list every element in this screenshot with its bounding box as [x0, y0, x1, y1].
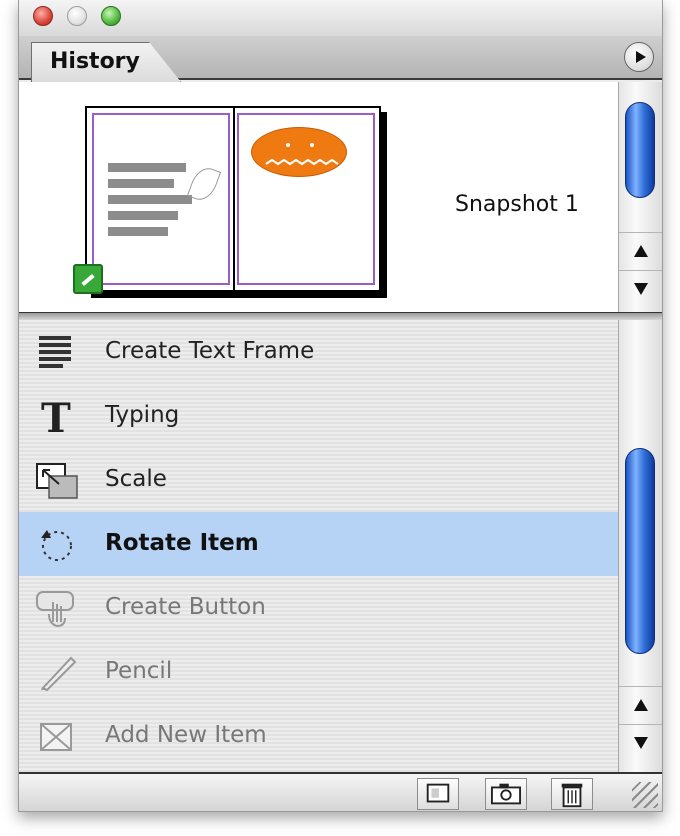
zoom-button[interactable]: [101, 6, 121, 26]
text-frame-icon: [39, 336, 71, 368]
history-item[interactable]: T Typing: [19, 384, 619, 448]
trash-icon: [561, 783, 583, 808]
panel-menu-button[interactable]: [624, 42, 654, 72]
delete-state-button[interactable]: [551, 778, 593, 810]
snapshot-scroll-up-button[interactable]: [619, 232, 662, 270]
button-tool-icon: [36, 591, 74, 628]
new-snapshot-button[interactable]: [485, 778, 527, 810]
camera-icon: [491, 783, 521, 805]
history-item[interactable]: Add New Item: [19, 704, 619, 768]
scale-icon: [36, 463, 78, 499]
minimize-button[interactable]: [67, 6, 87, 26]
tab-history-label: History: [50, 49, 140, 74]
tab-strip: History: [19, 36, 662, 82]
history-item[interactable]: Pencil: [19, 640, 619, 704]
type-tool-icon: T: [41, 396, 71, 436]
history-item-selected[interactable]: Rotate Item: [19, 512, 619, 576]
close-button[interactable]: [33, 6, 53, 26]
thumbnail-page-right: [237, 113, 375, 285]
arrow-down-icon: [634, 737, 648, 749]
arrow-up-icon: [634, 699, 648, 711]
pane-divider[interactable]: [19, 312, 662, 320]
history-scroll-down-button[interactable]: [619, 724, 662, 762]
add-item-icon: [40, 723, 72, 751]
orange-egg-graphic: [251, 127, 347, 177]
history-item-label: Create Text Frame: [105, 338, 315, 364]
thumbnail-page-left: [92, 113, 230, 285]
feather-graphic: [186, 163, 222, 205]
history-item-label: Typing: [105, 402, 180, 428]
snapshot-row[interactable]: Snapshot 1: [19, 82, 619, 312]
new-document-from-state-button[interactable]: [417, 778, 459, 810]
pencil-icon: [41, 656, 77, 692]
history-item-label: Rotate Item: [105, 530, 259, 556]
panel-toolbar: [19, 772, 662, 811]
snapshot-scrollbar[interactable]: [618, 82, 662, 312]
history-scrollbar[interactable]: [618, 320, 662, 772]
snapshot-scroll-down-button[interactable]: [619, 270, 662, 308]
history-list: Create Text Frame T Typing Scale Rotate …: [19, 320, 619, 772]
history-item-label: Pencil: [105, 658, 173, 684]
history-item-label: Add New Item: [105, 722, 267, 748]
svg-text:T: T: [41, 396, 71, 436]
arrow-down-icon: [634, 283, 648, 295]
rotate-icon: [41, 530, 72, 561]
snapshot-scroll-thumb[interactable]: [625, 102, 655, 198]
history-scroll-thumb[interactable]: [625, 448, 655, 654]
tab-history[interactable]: History: [31, 42, 181, 82]
history-panel-window: History Snapshot 1 Create Text Frame T T…: [18, 0, 663, 812]
title-bar: [19, 0, 662, 36]
resize-grip[interactable]: [632, 782, 658, 808]
history-item[interactable]: Create Button: [19, 576, 619, 640]
arrow-up-icon: [634, 245, 648, 257]
history-scroll-up-button[interactable]: [619, 686, 662, 724]
history-item-label: Create Button: [105, 594, 266, 620]
history-item[interactable]: Create Text Frame: [19, 320, 619, 384]
new-document-from-state-icon: [426, 783, 450, 803]
snapshot-label: Snapshot 1: [455, 192, 579, 217]
new-state-badge-icon: [73, 264, 103, 294]
history-item[interactable]: Scale: [19, 448, 619, 512]
snapshot-thumbnail: [85, 106, 381, 292]
history-item-label: Scale: [105, 466, 167, 492]
